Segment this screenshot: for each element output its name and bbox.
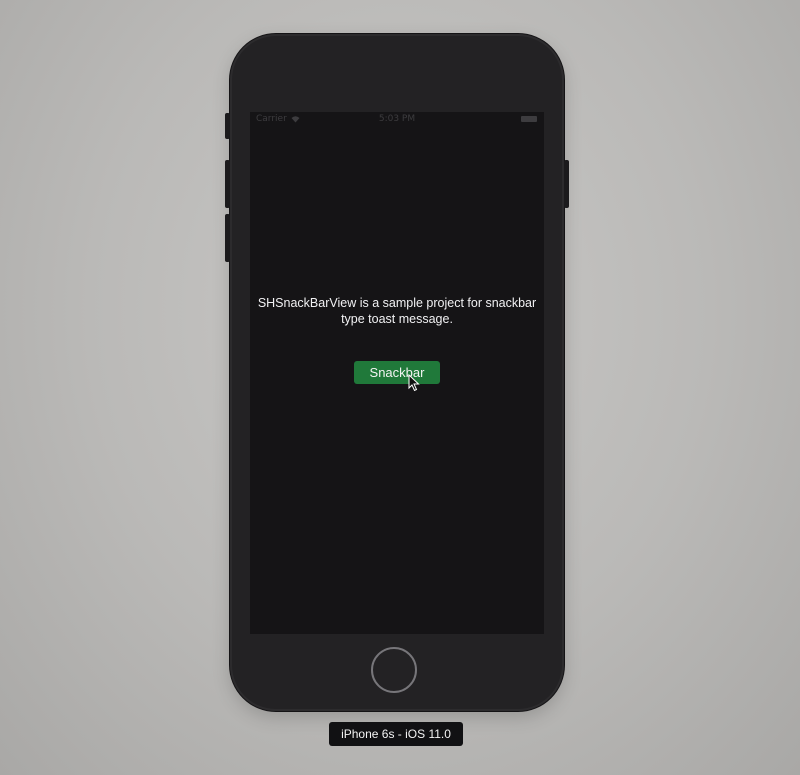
home-button[interactable] [371,647,417,693]
description-label: SHSnackBarView is a sample project for s… [257,296,537,326]
power-button[interactable] [564,160,569,208]
mute-switch[interactable] [225,113,230,139]
volume-up-button[interactable] [225,160,230,208]
volume-down-button[interactable] [225,214,230,262]
mouse-pointer-icon [408,374,420,392]
device-label: iPhone 6s - iOS 11.0 [329,722,463,746]
simulator-window: Carrier 5:03 PM SHSnackBarView is a samp… [0,0,800,775]
status-bar: Carrier 5:03 PM [250,112,544,126]
device-screen: Carrier 5:03 PM SHSnackBarView is a samp… [250,112,544,634]
battery-icon [521,116,537,122]
status-time: 5:03 PM [378,114,416,124]
snackbar-button[interactable]: Snackbar [354,361,440,384]
iphone-device-frame: Carrier 5:03 PM SHSnackBarView is a samp… [225,34,569,711]
